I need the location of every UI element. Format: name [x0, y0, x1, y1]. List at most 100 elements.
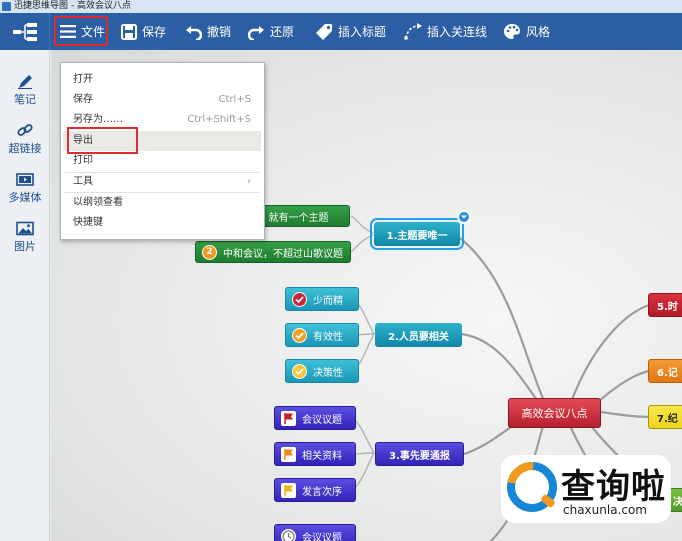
menu-item-label: 以纲领查看 [73, 197, 123, 208]
sidebar-item-multimedia[interactable]: 多媒体 [0, 172, 50, 205]
topic-label: 会议议题 [302, 532, 342, 541]
menu-item-save[interactable]: 保存 Ctrl+S [63, 90, 261, 110]
chaxunla-logo-icon [507, 462, 557, 512]
undo-icon [186, 25, 202, 40]
branch-main-staff-relevant[interactable]: 2.人员要相关 [375, 323, 462, 347]
save-icon [121, 23, 137, 40]
file-label: 文件 [81, 24, 106, 39]
menu-item-open[interactable]: 打开 [63, 70, 261, 90]
branch-label: 1.主题要唯一 [386, 230, 448, 242]
connector-line-icon [404, 23, 422, 40]
sidebar-item-hyperlink-label: 超链接 [8, 142, 42, 155]
redo-icon [248, 25, 264, 40]
branch-label: 决 [673, 496, 682, 508]
save-label: 保存 [142, 25, 167, 39]
watermark-url: chaxunla.com [563, 503, 647, 517]
flag-icon [281, 446, 296, 462]
sidebar-item-picture-label: 图片 [14, 240, 36, 253]
branch-main-7[interactable]: 7.纪 [648, 405, 682, 429]
branch-label: 5.时 [657, 301, 678, 313]
priority-2-icon: 2 [202, 244, 217, 260]
insert-link-line-button[interactable]: 插入关连线 [404, 13, 487, 50]
flag-icon [281, 410, 296, 426]
sidebar-item-picture[interactable]: 图片 [0, 221, 50, 254]
central-topic-label: 高效会议八点 [521, 407, 588, 420]
toolbar: 文件 保存 撤销 还原 插入标题 插入关连线 风格 [0, 13, 682, 50]
style-button[interactable]: 风格 [503, 13, 550, 50]
topic-label: 有效性 [313, 331, 343, 343]
insert-link-line-text: 插入关连线 [427, 25, 488, 39]
topic-no-more-issues[interactable]: 2 中和会议，不超过山歌议题 [195, 241, 351, 263]
topic-decisive[interactable]: 决策性 [285, 359, 359, 383]
branch-main-6[interactable]: 6.记 [648, 359, 682, 383]
app-icon [2, 2, 11, 11]
menu-item-outline-view[interactable]: 以纲领查看 [63, 193, 261, 213]
insert-label-button[interactable]: 插入标题 [316, 13, 386, 50]
central-topic[interactable]: 高效会议八点 [508, 398, 601, 428]
topic-few-but-fine[interactable]: 少而精 [285, 287, 359, 311]
undo-button[interactable]: 撤销 [185, 13, 231, 50]
topic-label: 会议议题 [302, 414, 342, 426]
topic-speaking-order[interactable]: 发言次序 [274, 478, 356, 502]
redo-label: 还原 [270, 25, 295, 39]
menu-item-label: 工具 [73, 176, 93, 187]
mindmap-logo-icon [12, 22, 37, 41]
branch-label: 3.事先要通报 [389, 450, 450, 462]
mindmap-logo-button[interactable] [0, 13, 50, 50]
topic-label: 相关资料 [302, 450, 342, 462]
sidebar-item-hyperlink[interactable]: 超链接 [0, 123, 50, 156]
redo-button[interactable]: 还原 [248, 13, 294, 50]
branch-label: 2.人员要相关 [388, 331, 449, 343]
check-icon [292, 327, 307, 343]
clock-icon [281, 528, 296, 541]
branch-main-5[interactable]: 5.时 [648, 293, 682, 317]
note-icon [18, 75, 32, 89]
palette-icon [504, 24, 520, 39]
export-highlight-box [67, 127, 138, 154]
chevron-down-icon [461, 215, 467, 219]
check-icon [292, 363, 307, 379]
flag-icon [281, 482, 296, 498]
topic-effectiveness[interactable]: 有效性 [285, 323, 359, 347]
watermark-title: 查询啦 [561, 467, 666, 507]
undo-label: 撤销 [207, 25, 232, 39]
topic-related-materials[interactable]: 相关资料 [274, 442, 356, 466]
menu-item-label: 打印 [73, 155, 93, 166]
multimedia-icon [16, 173, 34, 186]
style-label: 风格 [526, 25, 551, 39]
menu-item-print[interactable]: 打印 [63, 151, 261, 171]
watermark-logo: 查询啦 chaxunla.com [501, 455, 671, 523]
menu-item-shortcut: Ctrl+Shift+S [187, 114, 251, 125]
branch-label: 7.纪 [657, 413, 678, 425]
branch-main-advance-notice[interactable]: 3.事先要通报 [375, 442, 464, 466]
menu-item-label: 打开 [73, 74, 93, 85]
window-title: 迅捷思维导图 - 高效会议八点 [14, 1, 131, 11]
sidebar-item-multimedia-label: 多媒体 [8, 191, 42, 204]
insert-label-text: 插入标题 [338, 25, 387, 39]
topic-label: 中和会议，不超过山歌议题 [223, 248, 343, 260]
menu-item-label: 快捷键 [73, 217, 103, 228]
menu-item-shortcut: Ctrl+S [218, 94, 251, 105]
branch-label: 6.记 [657, 367, 678, 379]
hyperlink-icon [17, 124, 33, 136]
topic-label: 少而精 [313, 295, 343, 307]
tag-icon [316, 24, 332, 40]
file-menu-button[interactable]: 文件 [54, 16, 108, 46]
hamburger-icon [60, 24, 76, 38]
title-bar: 迅捷思维导图 - 高效会议八点 [0, 0, 682, 13]
topic-label: 决策性 [313, 367, 343, 379]
topic-meeting-agenda-2[interactable]: 会议议题 [274, 524, 356, 541]
topic-label: 发言次序 [302, 486, 342, 498]
collapse-toggle[interactable] [457, 210, 471, 224]
sidebar-item-note[interactable]: 笔记 [0, 74, 50, 107]
branch-main-topic-unique[interactable]: 1.主题要唯一 [370, 218, 464, 250]
menu-item-label: 保存 [73, 94, 93, 105]
check-icon [292, 291, 307, 307]
picture-icon [16, 221, 34, 236]
menu-item-tools[interactable]: 工具 › [63, 172, 261, 192]
menu-item-label: 另存为…… [73, 114, 123, 125]
left-sidebar: 笔记 超链接 多媒体 图片 [0, 50, 50, 541]
save-button[interactable]: 保存 [121, 13, 166, 50]
topic-meeting-agenda[interactable]: 会议议题 [274, 406, 356, 430]
menu-item-shortcuts[interactable]: 快捷键 [63, 213, 261, 233]
